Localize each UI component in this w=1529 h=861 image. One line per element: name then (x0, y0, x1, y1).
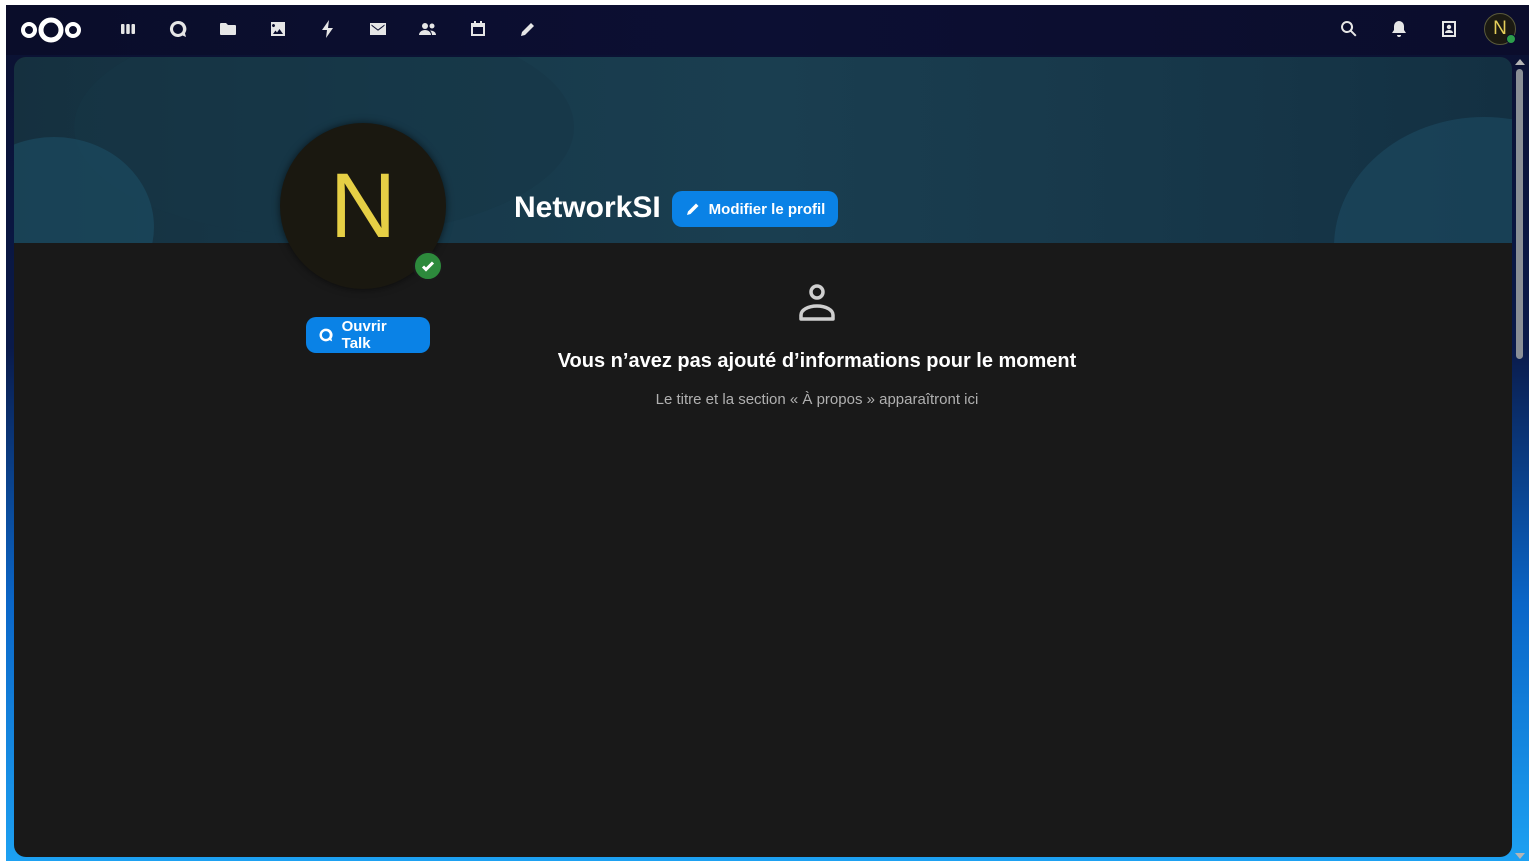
pencil-icon (686, 203, 699, 215)
profile-avatar-initial: N (329, 154, 397, 257)
folder-icon[interactable] (216, 17, 240, 41)
account-icon (793, 279, 841, 327)
bell-icon[interactable] (1387, 17, 1411, 41)
online-status-icon (413, 251, 443, 281)
pencil-icon[interactable] (516, 17, 540, 41)
contacts-icon[interactable] (416, 17, 440, 41)
browser-window: N N NetworkSI Modifier le profil Ouvrir … (6, 5, 1529, 861)
online-status-dot (1506, 34, 1516, 44)
avatar-initial: N (1493, 18, 1507, 39)
empty-state-title: Vous n’avez pas ajouté d’informations po… (557, 350, 1077, 372)
empty-state-subtitle: Le titre et la section « À propos » appa… (655, 391, 979, 408)
scroll-thumb[interactable] (1516, 69, 1523, 359)
contacts-menu-icon[interactable] (1437, 17, 1461, 41)
scroll-up-arrow[interactable] (1515, 59, 1525, 65)
scroll-down-arrow[interactable] (1515, 853, 1525, 859)
talk-icon[interactable] (166, 17, 190, 41)
calendar-icon[interactable] (466, 17, 490, 41)
nextcloud-logo[interactable] (20, 15, 82, 45)
open-talk-label: Ouvrir Talk (341, 318, 387, 352)
profile-content: N NetworkSI Modifier le profil Ouvrir Ta… (14, 57, 1512, 857)
open-talk-button[interactable]: Ouvrir Talk (308, 318, 428, 352)
vertical-scrollbar[interactable] (1513, 57, 1527, 861)
image-icon[interactable] (266, 17, 290, 41)
edit-profile-button[interactable]: Modifier le profil (674, 193, 836, 225)
dashboard-icon[interactable] (116, 17, 140, 41)
talk-icon (319, 328, 333, 342)
edit-profile-label: Modifier le profil (708, 200, 826, 218)
search-icon[interactable] (1337, 17, 1361, 41)
header-bar: N (6, 5, 1529, 55)
lightning-icon[interactable] (316, 17, 340, 41)
profile-display-name: NetworkSI (514, 191, 661, 224)
mail-icon[interactable] (366, 17, 390, 41)
user-avatar-menu[interactable]: N (1484, 13, 1516, 45)
